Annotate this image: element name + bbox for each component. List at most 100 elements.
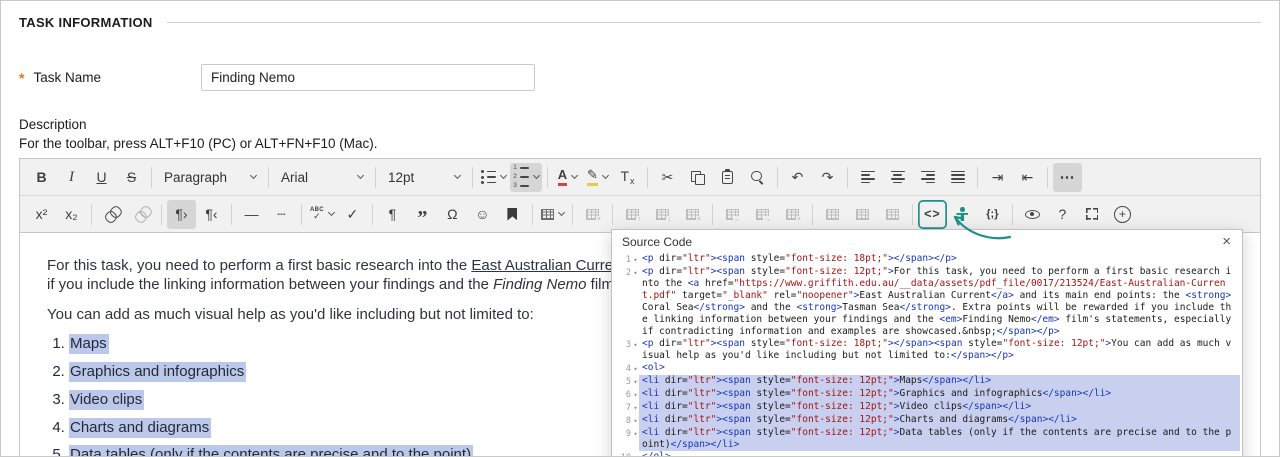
strikethrough-icon: S xyxy=(126,169,137,185)
source-code-editor[interactable]: 1 ▾ <p dir="ltr"><span style="font-size: 1… xyxy=(612,252,1242,456)
help-button[interactable]: ? xyxy=(1048,200,1077,229)
accessibility-checker-button[interactable] xyxy=(948,200,977,229)
horizontal-rule-button[interactable]: — xyxy=(237,200,266,229)
bullet-list-button[interactable] xyxy=(478,163,509,192)
emoticons-button[interactable]: ☺ xyxy=(468,200,497,229)
code-sample-button[interactable]: {;} xyxy=(978,200,1007,229)
paragraph-format-select[interactable]: Paragraph xyxy=(157,164,263,191)
align-justify-button[interactable] xyxy=(943,163,972,192)
code-text: <ol> xyxy=(642,362,665,373)
help-icon: ? xyxy=(1058,206,1067,222)
text-color-button[interactable]: A xyxy=(553,163,582,192)
indent-button[interactable]: ⇥ xyxy=(983,163,1012,192)
source-code-dialog: Source Code × 1 ▾ <p dir="ltr"><span style… xyxy=(611,229,1243,456)
page-break-button[interactable]: ┄ xyxy=(267,200,296,229)
more-options-button[interactable]: ⋯ xyxy=(1053,162,1082,192)
dialog-title: Source Code xyxy=(622,234,693,249)
delete-table-button: × xyxy=(578,200,607,229)
toolbar-separator xyxy=(231,203,232,225)
toolbar-separator xyxy=(777,166,778,188)
font-family-value: Arial xyxy=(281,169,309,185)
paste-button[interactable] xyxy=(713,163,742,192)
chevron-down-icon xyxy=(356,171,365,180)
undo-button[interactable]: ↶ xyxy=(783,163,812,192)
align-left-icon xyxy=(860,170,875,184)
align-center-button[interactable] xyxy=(883,163,912,192)
spellcheck-button[interactable]: ABC ✓ xyxy=(307,200,337,229)
strikethrough-button[interactable]: S xyxy=(117,163,146,192)
selected-text: Maps xyxy=(69,334,109,355)
code-line: 6 ▾ <li dir="ltr"><span style="font-size: … xyxy=(612,388,1240,401)
toolbar-hint: For the toolbar, press ALT+F10 (PC) or A… xyxy=(19,136,378,151)
subscript-button[interactable]: x₂ xyxy=(57,200,86,229)
toolbar-separator xyxy=(91,203,92,225)
close-icon[interactable]: × xyxy=(1219,234,1234,249)
page-title: TASK INFORMATION xyxy=(19,15,153,30)
show-invisibles-button[interactable]: ¶ xyxy=(378,200,407,229)
align-right-icon xyxy=(920,170,935,184)
code-text: <p dir="ltr"><span style="font-size: 18p… xyxy=(642,253,957,264)
insert-row-after-icon: ↓ xyxy=(655,208,672,223)
highlight-color-button[interactable]: ✎ xyxy=(583,163,612,192)
anchor-button[interactable] xyxy=(498,200,527,229)
code-sample-icon: {;} xyxy=(986,207,999,220)
toolbar-separator xyxy=(647,166,648,188)
code-text: <li dir="ltr"><span style="font-size: 12… xyxy=(639,414,1240,427)
line-number: 2 ▾ xyxy=(625,268,638,278)
add-content-icon: + xyxy=(1113,205,1131,223)
selected-text: Charts and diagrams xyxy=(69,417,212,438)
copy-icon xyxy=(691,170,705,185)
font-size-value: 12pt xyxy=(388,169,415,185)
clear-formatting-button[interactable]: Tx xyxy=(613,163,642,192)
ltr-paragraph-button[interactable]: ¶› xyxy=(167,199,196,229)
font-size-select[interactable]: 12pt xyxy=(381,164,467,191)
italic-button[interactable]: I xyxy=(57,163,86,192)
paste-icon xyxy=(722,169,733,184)
search-button[interactable] xyxy=(743,163,772,192)
source-code-button[interactable]: <> xyxy=(918,200,947,229)
delete-column-button: × xyxy=(778,200,807,229)
outdent-button[interactable]: ⇤ xyxy=(1013,163,1042,192)
superscript-button[interactable]: x² xyxy=(27,200,56,229)
code-line: 7 ▾ <li dir="ltr"><span style="font-size: … xyxy=(612,401,1240,414)
toolbar-separator xyxy=(847,166,848,188)
bold-button[interactable]: B xyxy=(27,163,56,192)
numbered-list-icon: 123 xyxy=(513,164,529,190)
line-number: 6 ▾ xyxy=(625,390,638,400)
ltr-paragraph-icon: ¶› xyxy=(175,206,188,222)
toolbar-separator xyxy=(268,166,269,188)
special-character-button[interactable]: Ω xyxy=(438,200,467,229)
add-content-button[interactable]: + xyxy=(1108,200,1137,229)
toolbar-separator xyxy=(1047,166,1048,188)
font-family-select[interactable]: Arial xyxy=(274,164,370,191)
undo-icon: ↶ xyxy=(791,169,804,185)
merge-cells-icon xyxy=(825,208,839,220)
preview-button[interactable] xyxy=(1018,200,1047,229)
chevron-down-icon xyxy=(557,208,565,217)
spellcheck-toggle-button[interactable]: ✓ xyxy=(338,200,367,229)
fullscreen-button[interactable] xyxy=(1078,200,1107,229)
delete-row-icon: × xyxy=(685,208,702,223)
redo-button[interactable]: ↷ xyxy=(813,163,842,192)
cut-button[interactable]: ✂ xyxy=(653,163,682,192)
insert-table-button[interactable] xyxy=(538,200,567,229)
toolbar-separator xyxy=(571,203,573,225)
blockquote-button[interactable]: ” xyxy=(408,200,437,229)
align-right-button[interactable] xyxy=(913,163,942,192)
content-link[interactable]: East Australian Current xyxy=(471,257,625,274)
task-name-input[interactable] xyxy=(200,64,535,91)
toolbar-separator xyxy=(1011,203,1013,225)
preview-icon xyxy=(1024,209,1040,219)
emoticons-icon: ☺ xyxy=(475,206,490,222)
code-line: 8 ▾ <li dir="ltr"><span style="font-size: … xyxy=(612,414,1240,427)
delete-table-icon: × xyxy=(585,208,602,223)
underline-button[interactable]: U xyxy=(87,163,116,192)
copy-button[interactable] xyxy=(683,163,712,192)
line-number: 9 ▾ xyxy=(625,429,638,439)
chevron-down-icon xyxy=(327,208,335,217)
insert-link-button[interactable] xyxy=(97,200,126,229)
numbered-list-button[interactable]: 123 xyxy=(509,162,542,192)
align-left-button[interactable] xyxy=(853,163,882,192)
selected-text: Data tables (only if the contents are pr… xyxy=(69,445,474,456)
rtl-paragraph-button[interactable]: ¶‹ xyxy=(197,200,226,229)
